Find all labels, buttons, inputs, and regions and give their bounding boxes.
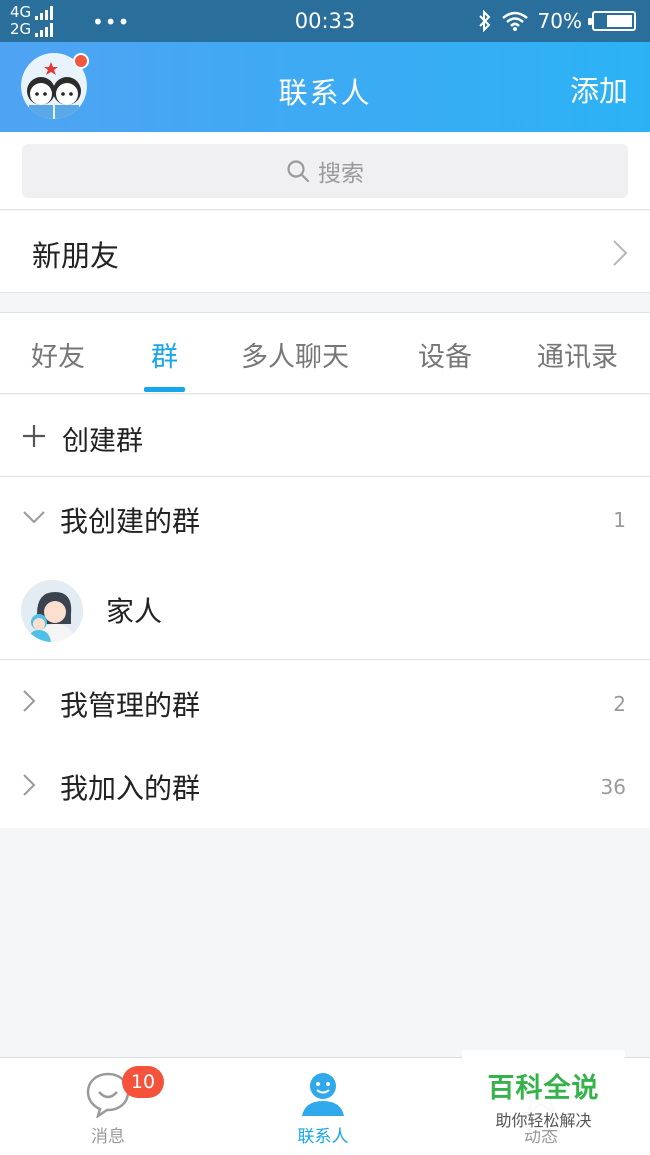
new-friends-label: 新朋友 bbox=[32, 239, 120, 273]
nav-contacts-label: 联系人 bbox=[297, 1127, 349, 1147]
tab-address-book[interactable]: 通讯录 bbox=[537, 335, 618, 374]
chevron-down-icon bbox=[23, 511, 45, 524]
group-section-managed[interactable]: 我管理的群 2 bbox=[0, 661, 650, 745]
search-bar-container: 搜索 bbox=[0, 132, 650, 210]
chevron-right-icon bbox=[613, 240, 628, 266]
search-icon bbox=[287, 160, 310, 183]
new-friends-row[interactable]: 新朋友 bbox=[0, 211, 650, 293]
group-name: 家人 bbox=[106, 595, 163, 628]
group-section-label: 我加入的群 bbox=[60, 772, 201, 805]
bluetooth-icon bbox=[478, 10, 490, 32]
watermark-subtitle: 助你轻松解决 bbox=[495, 1111, 592, 1130]
group-section-count: 1 bbox=[613, 508, 626, 532]
group-avatar bbox=[21, 580, 83, 642]
contacts-person-icon bbox=[302, 1073, 344, 1116]
unread-dot bbox=[73, 53, 89, 69]
group-list: 创建群 我创建的群 1 家人 我管理的群 2 我加入的群 36 bbox=[0, 395, 650, 828]
plus-icon bbox=[23, 425, 45, 447]
chevron-right-icon bbox=[23, 690, 36, 712]
search-input[interactable]: 搜索 bbox=[22, 144, 628, 198]
group-section-count: 36 bbox=[600, 775, 626, 799]
watermark: 百科全说 助你轻松解决 bbox=[462, 1050, 625, 1130]
watermark-title: 百科全说 bbox=[487, 1073, 600, 1104]
create-group-label: 创建群 bbox=[62, 426, 143, 457]
nav-messages-label: 消息 bbox=[91, 1127, 125, 1147]
tab-multi-chat[interactable]: 多人聊天 bbox=[241, 335, 349, 374]
group-section-count: 2 bbox=[613, 692, 626, 716]
status-bar: 4G 2G ••• 00:33 70% bbox=[0, 0, 650, 42]
page-title: 联系人 bbox=[278, 76, 372, 110]
battery-percent: 70% bbox=[537, 9, 582, 33]
wifi-icon bbox=[501, 11, 528, 31]
title-bar: 联系人 添加 bbox=[0, 42, 650, 132]
group-item[interactable]: 家人 bbox=[0, 560, 650, 660]
search-placeholder: 搜索 bbox=[318, 161, 364, 187]
group-section-joined[interactable]: 我加入的群 36 bbox=[0, 745, 650, 828]
tab-groups[interactable]: 群 bbox=[151, 335, 178, 374]
add-button[interactable]: 添加 bbox=[570, 68, 628, 110]
tab-friends[interactable]: 好友 bbox=[31, 335, 85, 374]
chevron-right-icon bbox=[23, 774, 36, 796]
create-group-row[interactable]: 创建群 bbox=[0, 395, 650, 477]
unread-badge: 10 bbox=[122, 1066, 164, 1098]
contact-tabs: 好友 群 多人聊天 设备 通讯录 bbox=[0, 312, 650, 394]
group-section-created[interactable]: 我创建的群 1 bbox=[0, 478, 650, 560]
nav-contacts[interactable]: 联系人 bbox=[263, 1070, 383, 1147]
group-section-label: 我管理的群 bbox=[60, 689, 201, 722]
group-section-label: 我创建的群 bbox=[60, 505, 201, 538]
tab-devices[interactable]: 设备 bbox=[418, 335, 472, 374]
active-tab-indicator bbox=[144, 387, 185, 392]
battery-icon bbox=[588, 11, 636, 31]
